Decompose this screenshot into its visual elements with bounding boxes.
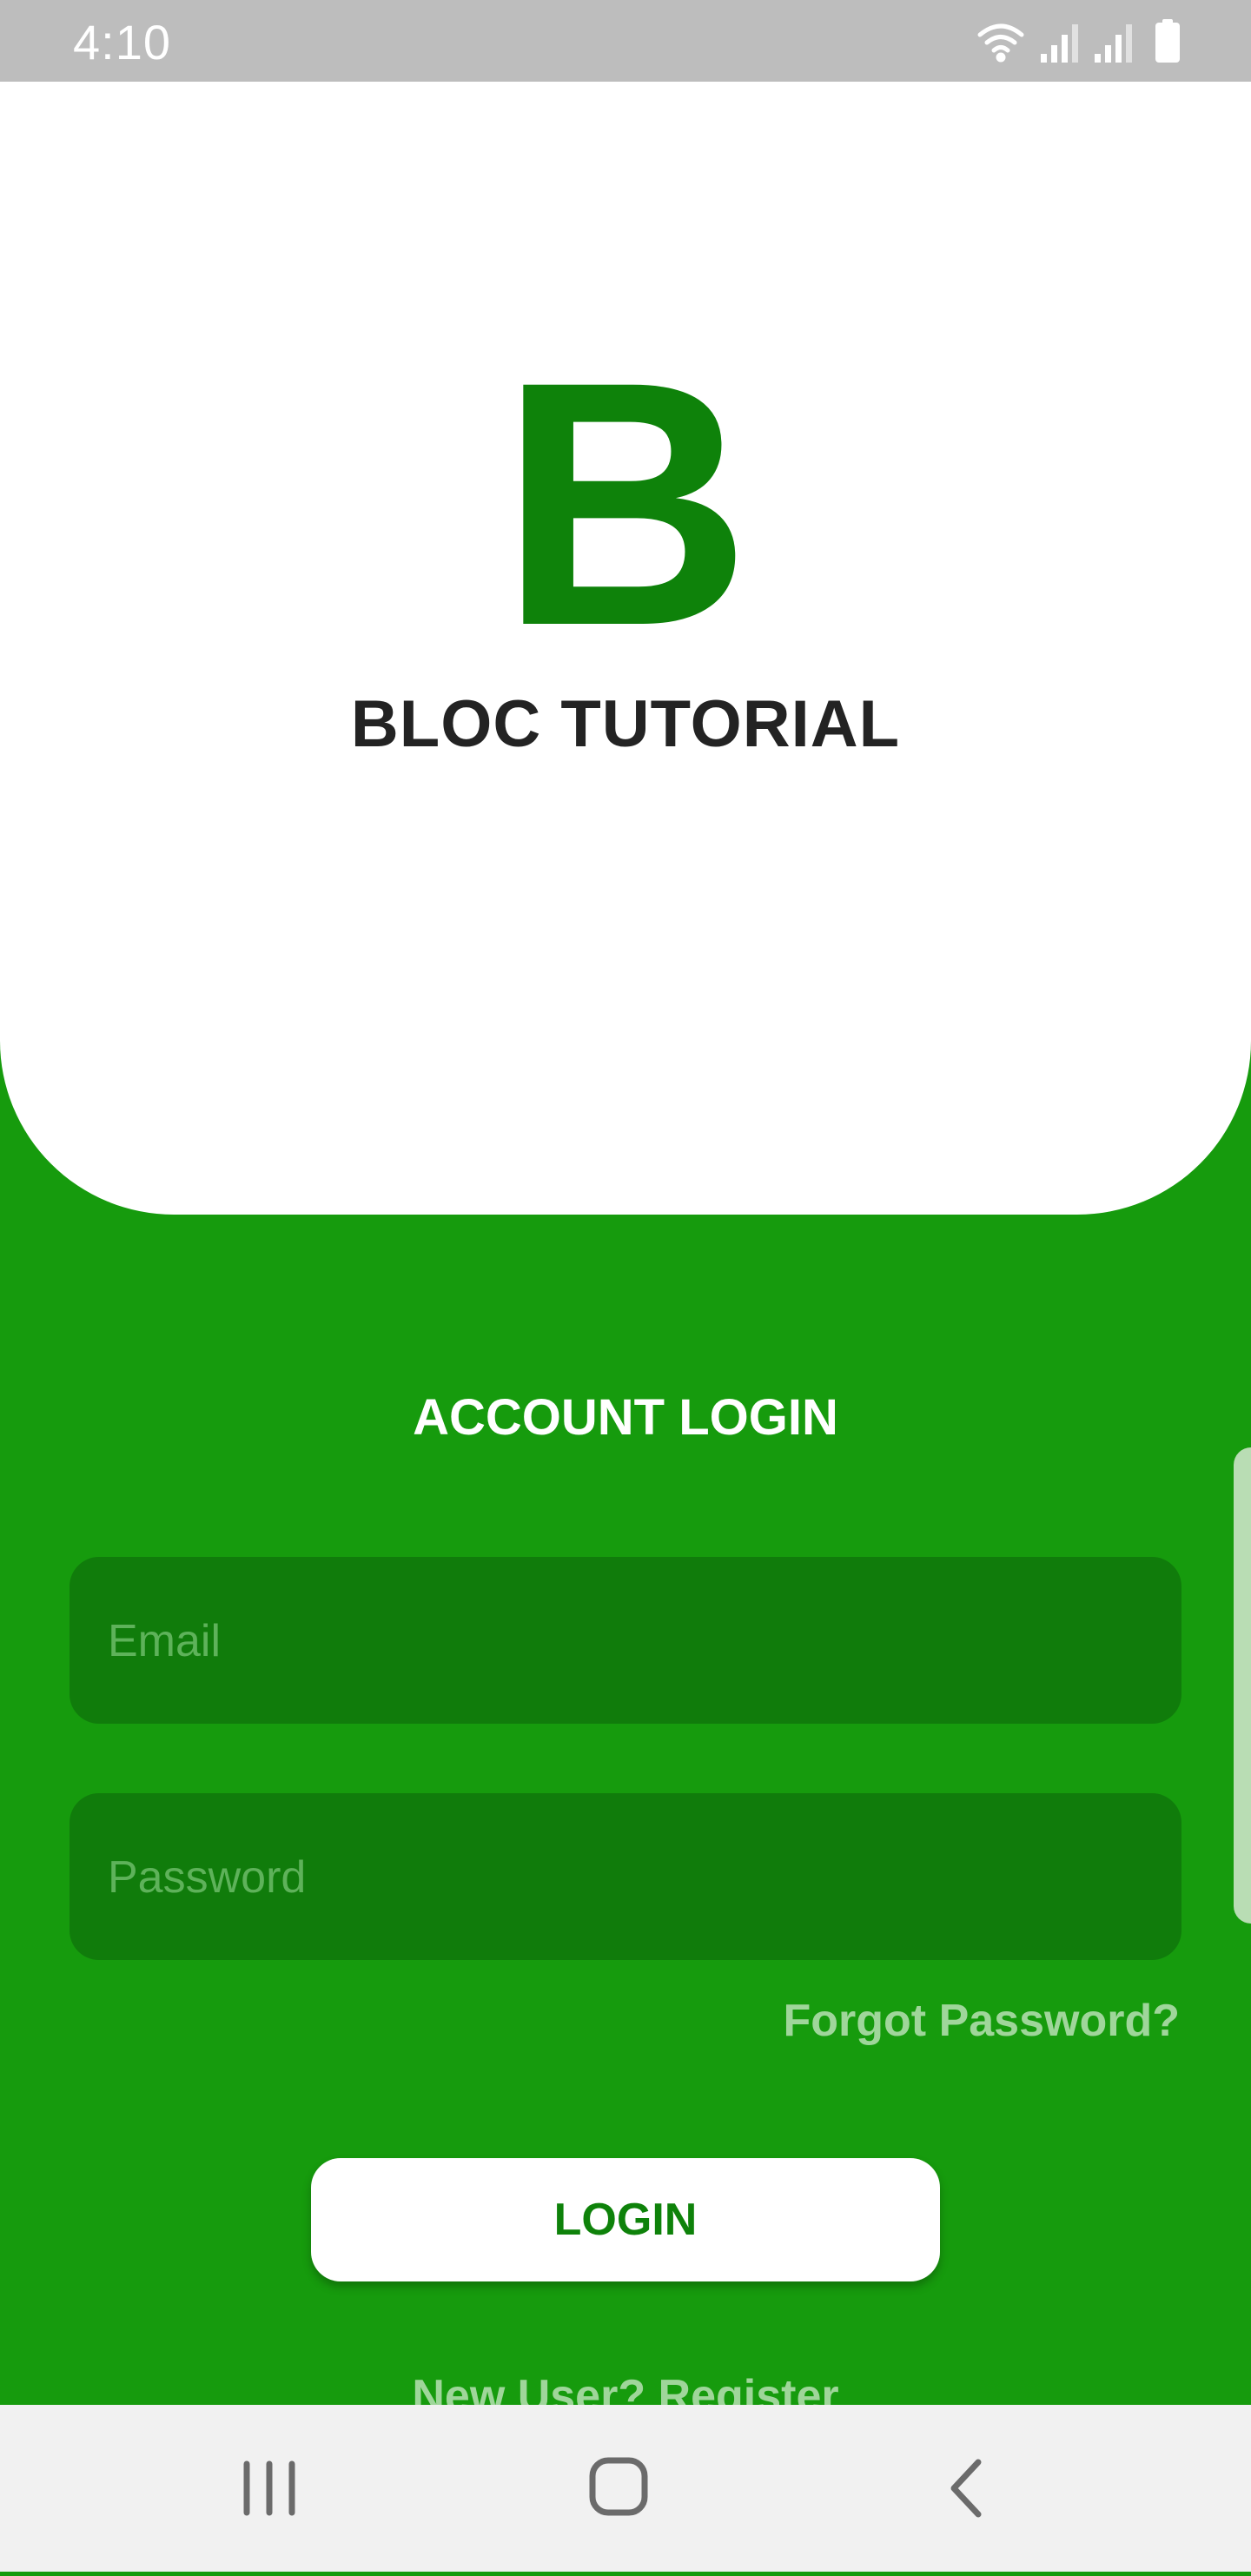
status-bar: 4:10 xyxy=(0,0,1251,82)
login-button[interactable]: LOGIN xyxy=(311,2158,940,2281)
status-time: 4:10 xyxy=(73,15,171,70)
signal-icon xyxy=(1041,24,1078,63)
wifi-icon xyxy=(977,23,1024,63)
home-button[interactable] xyxy=(532,2405,705,2572)
scroll-indicator[interactable] xyxy=(1234,1447,1251,1924)
home-icon xyxy=(589,2457,648,2516)
app-title: BLOC TUTORIAL xyxy=(350,687,901,761)
password-field[interactable] xyxy=(70,1793,1185,1962)
back-icon xyxy=(950,2459,982,2518)
battery-icon xyxy=(1155,19,1180,63)
status-icons xyxy=(977,19,1180,63)
signal-icon xyxy=(1095,24,1132,63)
password-input[interactable] xyxy=(106,1793,1185,1962)
forgot-password-link[interactable]: Forgot Password? xyxy=(784,1995,1180,2047)
navigation-bar xyxy=(0,2405,1251,2572)
logo: B xyxy=(500,309,751,698)
back-button[interactable] xyxy=(881,2405,1055,2572)
recent-apps-button[interactable] xyxy=(182,2405,356,2572)
login-heading: ACCOUNT LOGIN xyxy=(413,1389,838,1446)
recent-apps-icon xyxy=(243,2460,295,2516)
email-input[interactable] xyxy=(106,1557,1185,1725)
email-field[interactable] xyxy=(70,1557,1185,1725)
